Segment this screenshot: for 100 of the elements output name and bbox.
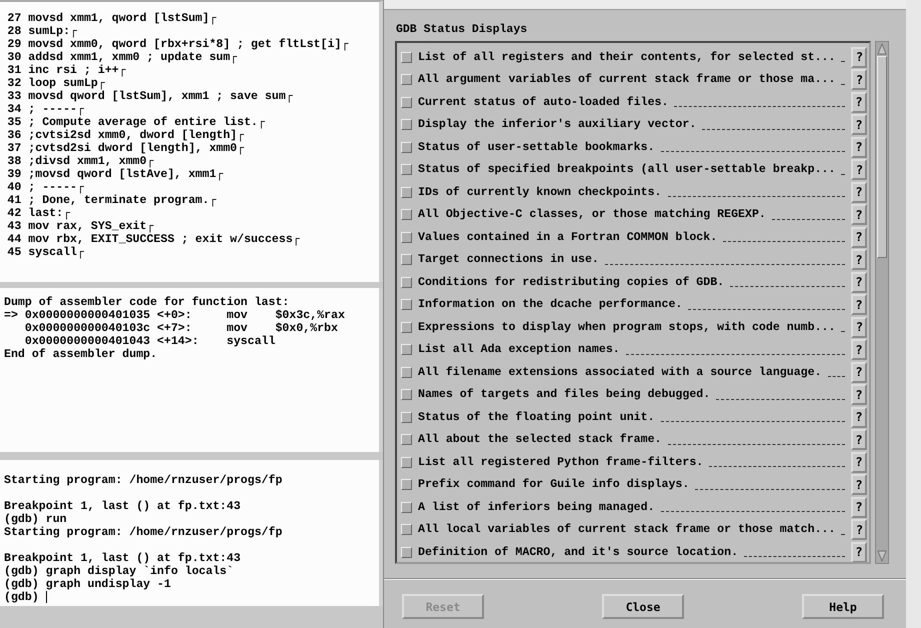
- display-label: IDs of currently known checkpoints.: [418, 186, 662, 199]
- code-line: mov rbx, EXIT_SUCCESS ; exit w/success┌: [28, 233, 300, 246]
- console-prompt[interactable]: (gdb): [4, 591, 46, 604]
- code-line: ; -----┌: [28, 103, 84, 116]
- display-label: Prefix command for Guile info displays.: [418, 478, 690, 492]
- help-button[interactable]: ?: [851, 272, 867, 293]
- display-label: Values contained in a Fortran COMMON block.: [418, 230, 718, 244]
- code-line: loop sumLp┌: [28, 77, 105, 90]
- checkbox[interactable]: [401, 74, 412, 86]
- checkbox[interactable]: [401, 344, 412, 356]
- display-label: List all Ada exception names.: [418, 343, 620, 356]
- help-button[interactable]: ?: [851, 249, 867, 270]
- checkbox[interactable]: [401, 164, 412, 176]
- down-arrow-icon[interactable]: [877, 550, 887, 562]
- help-button[interactable]: ?: [851, 159, 868, 180]
- checkbox[interactable]: [401, 119, 412, 130]
- help-button[interactable]: ?: [851, 69, 868, 90]
- assembler-line: 0x000000000040103c <+7>: mov $0x0,%rbx: [24, 322, 339, 335]
- help-button[interactable]: ?: [851, 182, 867, 203]
- help-button[interactable]: ?: [851, 496, 867, 518]
- line-number: 45: [6, 246, 22, 259]
- display-label: Names of targets and files being debugged.: [418, 388, 710, 402]
- checkbox[interactable]: [401, 142, 412, 153]
- checkbox[interactable]: [401, 322, 412, 333]
- help-button[interactable]: ?: [851, 339, 867, 360]
- display-label: A list of inferiors being managed.: [418, 500, 655, 514]
- help-button[interactable]: ?: [851, 542, 867, 562]
- display-label: All about the selected stack frame.: [418, 433, 662, 446]
- dialog-button[interactable]: Close: [602, 594, 684, 619]
- display-label: Status of the floating point unit.: [418, 410, 655, 424]
- display-label: Status of user-settable bookmarks.: [418, 140, 655, 154]
- line-number: 37: [6, 142, 22, 155]
- checkbox[interactable]: [401, 412, 412, 423]
- checkbox[interactable]: [401, 254, 412, 266]
- help-button[interactable]: ?: [851, 226, 867, 248]
- code-line: addsd xmm1, xmm0 ; update sum┌: [28, 51, 238, 64]
- code-line: movsd qword [lstSum], xmm1 ; save sum┌: [28, 90, 293, 103]
- line-number: 36: [6, 129, 22, 142]
- checkbox[interactable]: [401, 389, 412, 400]
- help-button[interactable]: ?: [851, 46, 868, 68]
- line-number: 31: [6, 64, 22, 77]
- code-line: ; -----┌: [28, 181, 84, 194]
- display-label: Expressions to display when program stops, with code numb...: [418, 320, 836, 334]
- checkbox[interactable]: [401, 366, 412, 378]
- line-number: 29: [6, 38, 22, 51]
- code-line: inc rsi ; i++┌: [28, 64, 126, 77]
- help-button[interactable]: ?: [851, 136, 867, 158]
- display-label: All filename extensions associated with a source language.: [418, 366, 822, 379]
- code-line: mov rax, SYS_exit┌: [28, 220, 154, 233]
- checkbox[interactable]: [401, 502, 412, 513]
- code-line: ; Compute average of entire list.┌: [28, 116, 265, 129]
- display-label: All Objective-C classes, or those matching REGEXP.: [418, 208, 766, 222]
- checkbox[interactable]: [401, 456, 412, 468]
- help-button[interactable]: ?: [851, 316, 868, 338]
- text-cursor: [46, 591, 47, 603]
- checkbox[interactable]: [401, 434, 412, 446]
- code-line: ; Done, terminate program.┌: [28, 194, 216, 207]
- help-button[interactable]: ?: [851, 362, 867, 383]
- help-button[interactable]: ?: [851, 384, 867, 406]
- line-number: 40: [6, 181, 22, 194]
- checkbox[interactable]: [401, 524, 412, 536]
- up-arrow-icon[interactable]: [877, 43, 887, 55]
- group-label: GDB Status Displays: [396, 23, 528, 36]
- code-line: movsd xmm0, qword [rbx+rsi*8] ; get fltLst[i]┌: [28, 38, 348, 51]
- dialog-button[interactable]: Help: [802, 594, 884, 619]
- console-line: (gdb) graph undisplay -1: [4, 578, 172, 591]
- help-button[interactable]: ?: [851, 519, 868, 540]
- console-line: Breakpoint 1, last () at fp.txt:43: [4, 500, 242, 513]
- help-button[interactable]: ?: [851, 406, 867, 428]
- code-line: ;cvtsd2si dword [length], xmm0┌: [28, 142, 244, 155]
- checkbox[interactable]: [401, 186, 412, 198]
- checkbox[interactable]: [401, 546, 412, 558]
- checkbox[interactable]: [401, 96, 412, 108]
- help-button[interactable]: ?: [851, 114, 867, 136]
- checkbox[interactable]: [401, 479, 412, 490]
- help-button[interactable]: ?: [851, 92, 867, 113]
- checkbox[interactable]: [401, 299, 412, 310]
- help-button[interactable]: ?: [851, 294, 867, 316]
- checkbox[interactable]: [401, 52, 412, 63]
- code-line: movsd xmm1, qword [lstSum]┌: [28, 12, 216, 25]
- help-button[interactable]: ?: [851, 452, 867, 473]
- console-line: (gdb) run: [4, 513, 68, 526]
- help-button[interactable]: ?: [851, 204, 867, 226]
- checkbox[interactable]: [401, 232, 412, 243]
- assembler-line: 0x0000000000401043 <+14>: syscall: [24, 335, 276, 348]
- console-line: Starting program: /home/rnzuser/progs/fp: [4, 474, 284, 487]
- scrollbar[interactable]: [875, 41, 889, 564]
- checkbox[interactable]: [401, 276, 412, 288]
- help-button[interactable]: ?: [851, 429, 867, 450]
- display-label: Display the inferior's auxiliary vector.: [418, 118, 696, 132]
- code-line: sumLp:┌: [28, 25, 77, 38]
- console-line: (gdb) graph display `info locals`: [4, 565, 235, 578]
- display-label: Information on the dcache performance.: [418, 298, 682, 312]
- line-number: 30: [6, 51, 22, 64]
- display-label: List of all registers and their contents, for selected st...: [418, 50, 836, 64]
- assembler-line: Dump of assembler code for function last:: [4, 296, 290, 309]
- line-number: 35: [6, 116, 22, 129]
- checkbox[interactable]: [401, 209, 412, 220]
- line-number: 33: [6, 90, 22, 103]
- help-button[interactable]: ?: [851, 474, 867, 496]
